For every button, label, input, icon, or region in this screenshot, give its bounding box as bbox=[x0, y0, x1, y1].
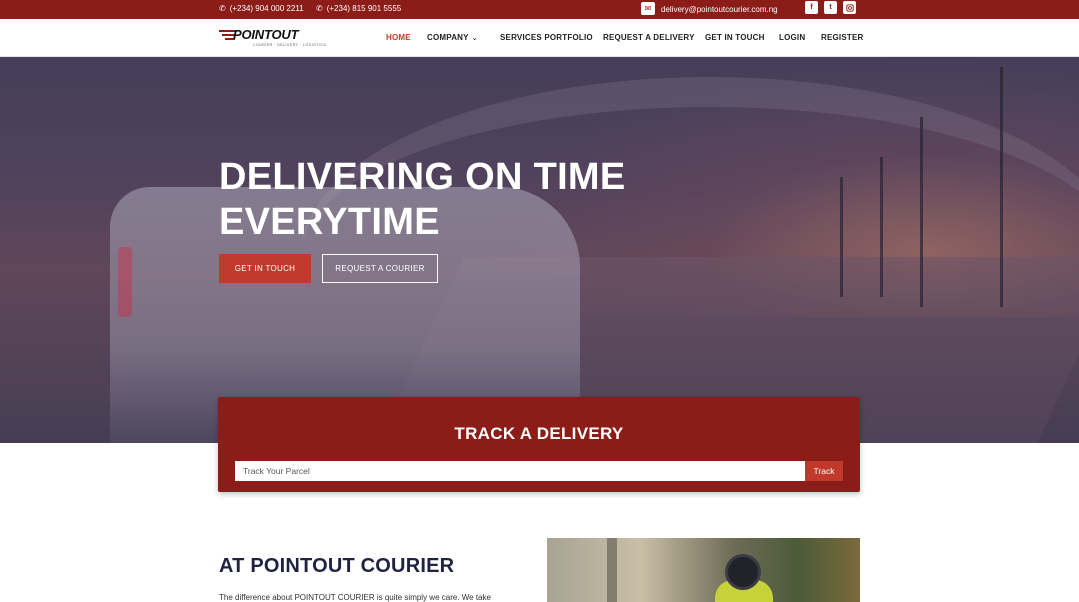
email-contact[interactable]: ✉ delivery@pointoutcourier.com.ng bbox=[641, 2, 778, 15]
nav-request-delivery[interactable]: REQUEST A DELIVERY bbox=[603, 33, 695, 42]
track-delivery-panel: TRACK A DELIVERY Track bbox=[218, 397, 860, 492]
hero-banner: DELIVERING ON TIME EVERYTIME GET IN TOUC… bbox=[0, 57, 1079, 443]
about-paragraph: The difference about POINTOUT COURIER is… bbox=[219, 593, 491, 602]
mail-icon: ✉ bbox=[641, 2, 655, 15]
nav-login[interactable]: LOGIN bbox=[779, 33, 805, 42]
phone-number-1: (+234) 904 000 2211 bbox=[229, 4, 304, 13]
get-in-touch-button[interactable]: GET IN TOUCH bbox=[219, 254, 311, 283]
chevron-down-icon: ⌄ bbox=[471, 35, 478, 42]
track-button[interactable]: Track bbox=[805, 461, 843, 481]
instagram-icon[interactable] bbox=[843, 1, 856, 14]
nav-company[interactable]: COMPANY ⌄ bbox=[427, 33, 478, 42]
phone-number-2: (+234) 815 901 5555 bbox=[326, 4, 402, 13]
hero-overlay bbox=[0, 57, 1079, 443]
nav-home[interactable]: HOME bbox=[386, 33, 411, 42]
about-heading: AT POINTOUT COURIER bbox=[219, 555, 455, 577]
track-parcel-input[interactable] bbox=[235, 461, 805, 481]
nav-register[interactable]: REGISTER bbox=[821, 33, 864, 42]
facebook-icon[interactable]: f bbox=[805, 1, 818, 14]
phone-contact-1[interactable]: ✆ (+234) 904 000 2211 bbox=[219, 4, 304, 13]
site-logo[interactable]: POINTOUT COURIER · DELIVERY · LOGISTICS bbox=[219, 27, 326, 48]
phone-contact-2[interactable]: ✆ (+234) 815 901 5555 bbox=[316, 4, 401, 13]
instagram-glyph bbox=[845, 3, 854, 12]
twitter-icon[interactable]: t bbox=[824, 1, 837, 14]
nav-services-portfolio[interactable]: SERVICES PORTFOLIO bbox=[500, 33, 593, 42]
nav-company-label: COMPANY bbox=[427, 33, 469, 42]
courier-rider-image bbox=[547, 538, 860, 602]
track-heading: TRACK A DELIVERY bbox=[454, 424, 624, 443]
email-address: delivery@pointoutcourier.com.ng bbox=[661, 4, 778, 14]
top-contact-bar: ✆ (+234) 904 000 2211 ✆ (+234) 815 901 5… bbox=[0, 0, 1079, 19]
logo-tagline: COURIER · DELIVERY · LOGISTICS bbox=[253, 43, 327, 47]
phone-icon: ✆ bbox=[219, 4, 226, 13]
hero-title-line-1: DELIVERING ON TIME bbox=[219, 156, 626, 198]
whatsapp-icon: ✆ bbox=[316, 4, 323, 13]
logo-wordmark: POINTOUT bbox=[233, 27, 299, 42]
image-background-pole bbox=[607, 538, 617, 602]
nav-get-in-touch[interactable]: GET IN TOUCH bbox=[705, 33, 765, 42]
main-navigation: POINTOUT COURIER · DELIVERY · LOGISTICS … bbox=[0, 19, 1079, 57]
request-courier-button[interactable]: REQUEST A COURIER bbox=[322, 254, 438, 283]
rider-helmet bbox=[725, 554, 761, 590]
hero-title: DELIVERING ON TIME EVERYTIME bbox=[219, 155, 626, 245]
hero-title-line-2: EVERYTIME bbox=[219, 201, 440, 243]
